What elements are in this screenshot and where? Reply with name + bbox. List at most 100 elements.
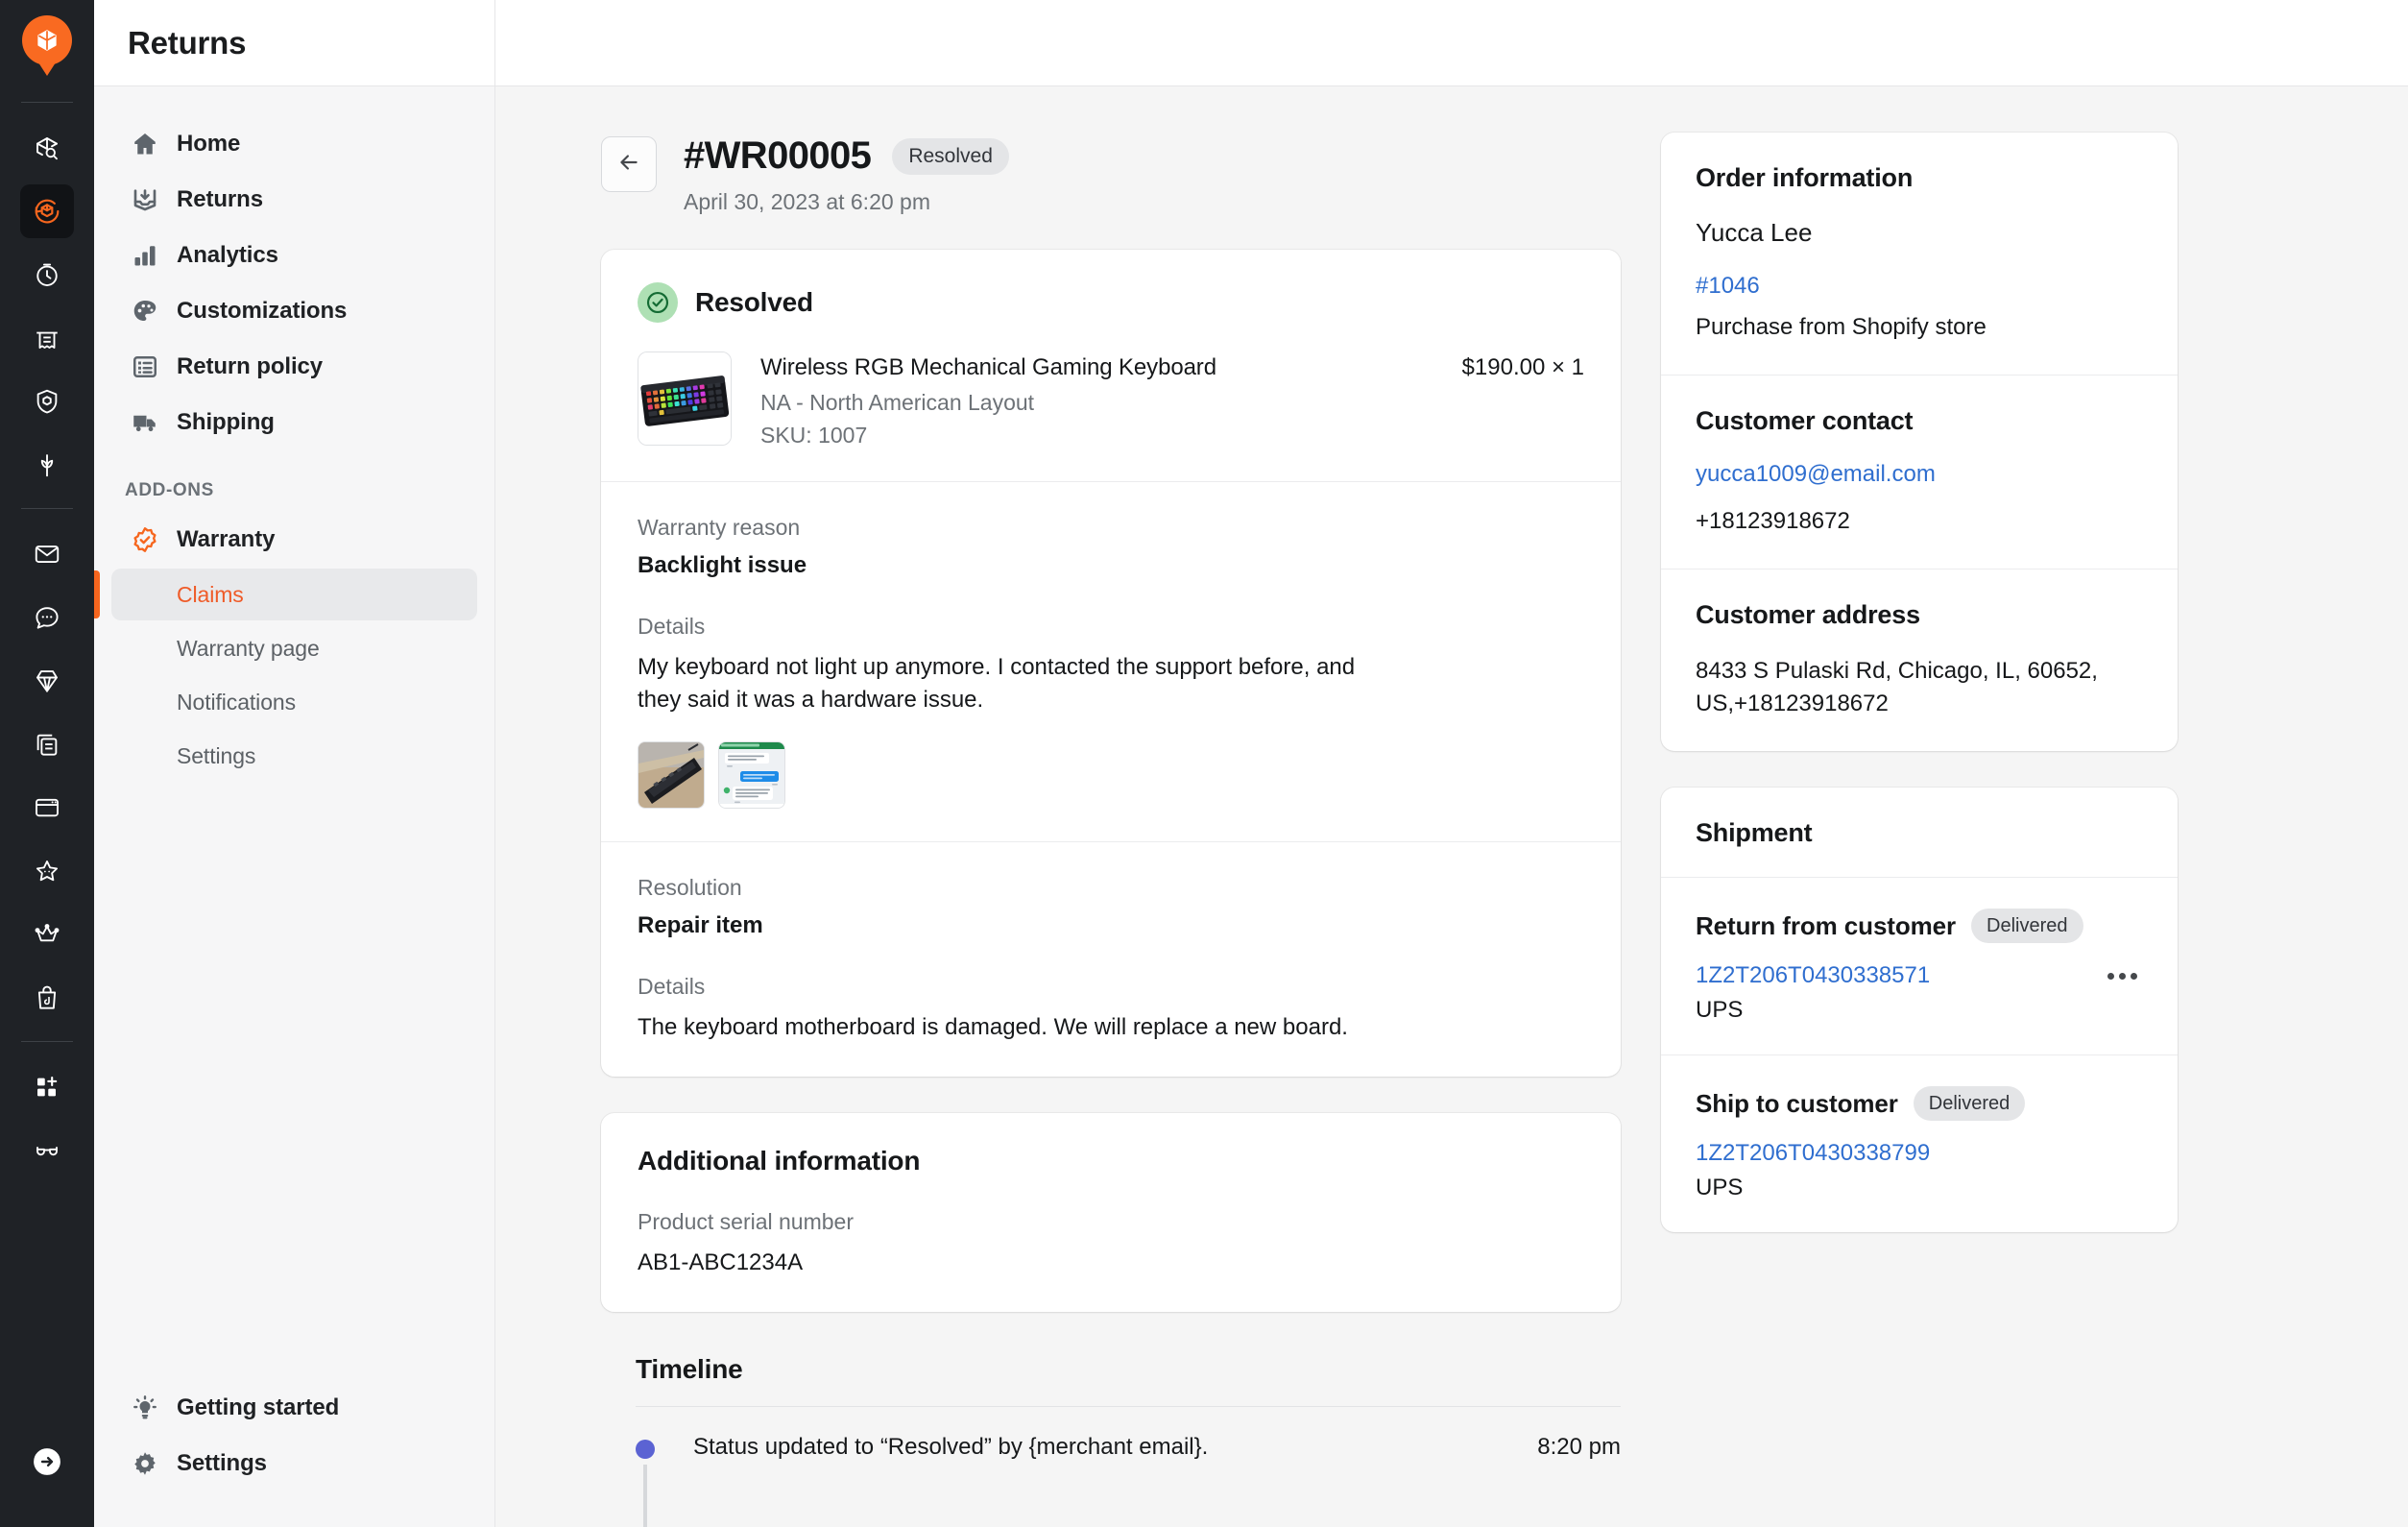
shipment-title: Shipment (1696, 818, 1813, 848)
timeline-section: Timeline Status updated to “Resolved” by… (601, 1348, 1621, 1461)
star-icon (33, 857, 61, 885)
shipment-carrier: UPS (1696, 997, 1744, 1024)
additional-information-section: Additional information Product serial nu… (601, 1113, 1621, 1312)
rail-item-add-app[interactable] (20, 1060, 74, 1114)
box-search-icon (33, 133, 61, 162)
keyboard-photo-attachment[interactable] (638, 741, 705, 810)
customer-email-link[interactable]: yucca1009@email.com (1696, 461, 2143, 488)
order-number-link[interactable]: #1046 (1696, 273, 2143, 300)
sidenav-footer: Getting started Settings (94, 1381, 494, 1527)
sidebar-item-label: Customizations (177, 298, 348, 324)
tracking-number-link[interactable]: 1Z2T206T0430338799 (1696, 1140, 1930, 1167)
rail-item-history[interactable] (20, 248, 74, 302)
customer-contact-title: Customer contact (1696, 406, 1914, 436)
nav-list: Home Returns Analytics Customizations Re… (94, 86, 494, 784)
sidebar-item-label: Returns (177, 186, 263, 212)
rgb-keyboard-photo[interactable] (638, 351, 732, 446)
rail-item-loyalty[interactable] (20, 654, 74, 708)
shipment-leg-label: Return from customer (1696, 910, 1957, 940)
rail-item-protection[interactable] (20, 375, 74, 428)
chat-screenshot-attachment[interactable] (718, 741, 785, 810)
shipment-leg-return: Return from customer Delivered 1Z2T206T0… (1661, 877, 2178, 1054)
timeline-title: Timeline (636, 1354, 743, 1385)
order-information-title: Order information (1696, 163, 1914, 192)
main-scroll-region[interactable]: #WR00005 Resolved April 30, 2023 at 6:20… (495, 86, 2408, 1527)
resolution-label: Resolution (638, 875, 742, 901)
returns-cycle-icon (32, 196, 62, 227)
warranty-details-label: Details (638, 614, 706, 639)
sidebar-item-label: Getting started (177, 1394, 340, 1420)
sidebar-item-customizations[interactable]: Customizations (111, 284, 477, 338)
sidebar-item-label: Home (177, 131, 241, 157)
palette-icon (125, 297, 165, 326)
rail-item-pages[interactable] (20, 717, 74, 771)
app-logo[interactable] (22, 15, 72, 77)
rail-item-sustainability[interactable] (20, 438, 74, 492)
copy-documents-icon (33, 730, 61, 759)
rail-divider-mid (21, 508, 73, 509)
claim-status-title: Resolved (695, 287, 813, 317)
rail-item-membership[interactable] (20, 908, 74, 961)
shield-box-icon (33, 387, 61, 416)
warranty-details-field: Details My keyboard not light up anymore… (638, 614, 1584, 810)
product-title: Wireless RGB Mechanical Gaming Keyboard (760, 354, 1216, 380)
warranty-reason-label: Warranty reason (638, 515, 801, 540)
product-info: Wireless RGB Mechanical Gaming Keyboard … (760, 351, 1462, 448)
home-icon (125, 130, 165, 158)
sidebar-item-return-policy[interactable]: Return policy (111, 340, 477, 394)
sidebar-subitem-warranty-page[interactable]: Warranty page (111, 622, 477, 674)
sidebar-subitem-label: Warranty page (177, 635, 320, 661)
sidebar-item-warranty[interactable]: Warranty (111, 513, 477, 567)
arrow-right-circle-icon (31, 1445, 63, 1478)
gear-icon (125, 1449, 165, 1478)
crown-icon (33, 920, 61, 949)
rail-item-reviews[interactable] (20, 844, 74, 898)
glasses-icon (33, 1136, 61, 1165)
order-summary-section: Order information Yucca Lee #1046 Purcha… (1661, 133, 2178, 375)
serial-number-label: Product serial number (638, 1209, 854, 1235)
shipment-leg-ship-to-customer: Ship to customer Delivered 1Z2T206T04303… (1661, 1054, 2178, 1232)
sidebar-subitem-notifications[interactable]: Notifications (111, 676, 477, 728)
sidebar-item-label: Shipping (177, 409, 275, 435)
shipment-card: Shipment Return from customer Delivered … (1661, 788, 2178, 1233)
app-root: Returns Home Returns Analytics Customiza… (0, 0, 2408, 1527)
sidebar-item-returns[interactable]: Returns (111, 173, 477, 227)
chat-bubble-icon (33, 603, 61, 632)
warranty-badge-icon (125, 525, 165, 554)
sidebar-item-shipping[interactable]: Shipping (111, 396, 477, 449)
envelope-icon (33, 540, 61, 569)
order-information-card: Order information Yucca Lee #1046 Purcha… (1661, 133, 2178, 752)
rail-collapse-toggle[interactable] (20, 1435, 74, 1489)
sidebar-subitem-label: Claims (177, 581, 244, 607)
rail-item-storefront[interactable] (20, 781, 74, 835)
resolution-field: Resolution Repair item (638, 875, 1584, 939)
sidebar-item-getting-started[interactable]: Getting started (111, 1381, 477, 1435)
customer-address-value: 8433 S Pulaski Rd, Chicago, IL, 60652, U… (1696, 658, 2098, 717)
rail-item-returns[interactable] (20, 184, 74, 238)
rail-item-tiktok-shop[interactable] (20, 971, 74, 1025)
back-button[interactable] (601, 136, 657, 192)
timeline-entry-text: Status updated to “Resolved” by {merchan… (693, 1434, 1209, 1461)
rail-item-receipt[interactable] (20, 311, 74, 365)
shipment-carrier: UPS (1696, 1175, 1744, 1201)
rail-item-messages[interactable] (20, 591, 74, 644)
sidebar-subitem-claims[interactable]: Claims (94, 569, 477, 620)
add-app-icon (33, 1073, 61, 1102)
tracking-number-link[interactable]: 1Z2T206T0430338571 (1696, 962, 1930, 989)
sidebar-item-home[interactable]: Home (111, 117, 477, 171)
product-row: Wireless RGB Mechanical Gaming Keyboard … (638, 351, 1584, 448)
claim-status-section: Resolved Wireless RGB Mechanical Gaming … (601, 250, 1621, 481)
sidebar-item-analytics[interactable]: Analytics (111, 229, 477, 282)
serial-number-value: AB1-ABC1234A (638, 1249, 804, 1276)
icon-rail (0, 0, 94, 1527)
shopping-bag-icon (33, 983, 61, 1012)
rail-item-email[interactable] (20, 527, 74, 581)
more-horizontal-icon[interactable] (2102, 967, 2143, 985)
rail-item-box-search[interactable] (20, 121, 74, 175)
customer-address-section: Customer address 8433 S Pulaski Rd, Chic… (1661, 569, 2178, 751)
sidebar-subitem-settings[interactable]: Settings (111, 730, 477, 782)
sidebar-item-settings[interactable]: Settings (111, 1437, 477, 1491)
shipment-status-badge: Delivered (1971, 909, 2083, 944)
rail-item-preview[interactable] (20, 1124, 74, 1177)
customer-contact-section: Customer contact yucca1009@email.com +18… (1661, 375, 2178, 569)
